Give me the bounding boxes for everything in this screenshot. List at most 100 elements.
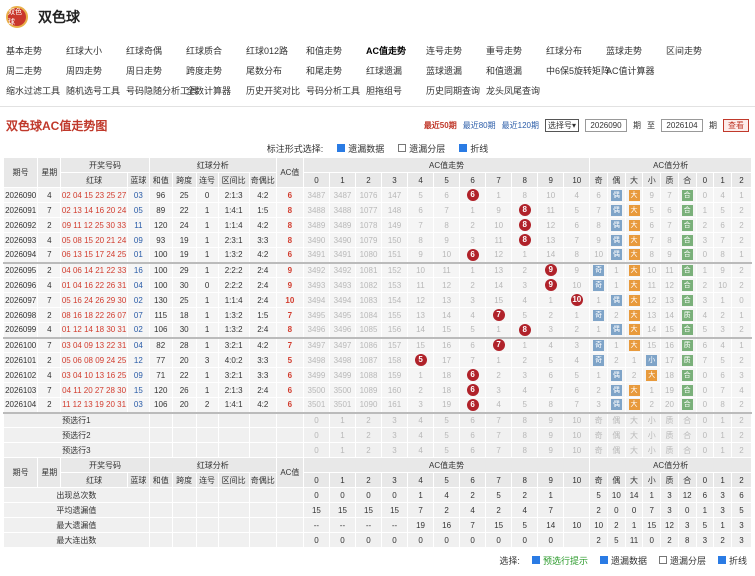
nav-link[interactable]: 中6保5旋转矩阵	[546, 64, 610, 77]
nav-link[interactable]: 红球012路	[246, 44, 306, 57]
stats-cell: 0	[354, 487, 383, 503]
nav-link[interactable]: 尾数分布	[246, 64, 306, 77]
nav-link[interactable]: 周日走势	[126, 64, 186, 77]
trend-cell: 3500	[328, 382, 356, 398]
acan-tag: 合	[681, 219, 693, 231]
option-line[interactable]: 折线	[459, 142, 488, 155]
trend-cell: 1087	[354, 352, 383, 368]
acan-col-header: 0	[695, 472, 715, 488]
stats-an-cell: 2	[607, 517, 626, 533]
acan-cell: 5	[642, 202, 662, 218]
trend-cell: 5	[511, 307, 539, 323]
nav-link[interactable]: 号码分析工具	[306, 84, 366, 97]
nav-link[interactable]: 红球大小	[66, 44, 126, 57]
predict-row[interactable]: 预选行2 0 1 2 3 4 5 6 7 8 9 10 奇偶大小质合 0 1 2	[3, 427, 753, 443]
nav-link[interactable]: 胆拖组号	[366, 84, 426, 97]
predict-row[interactable]: 预选行1 0 1 2 3 4 5 6 7 8 9 10 奇偶大小质合 0 1 2	[3, 412, 753, 428]
nav-link[interactable]: 基本走势	[6, 44, 66, 57]
option-omission-layer[interactable]: 遗漏分层	[398, 142, 445, 155]
nav-link[interactable]: 和值遗漏	[486, 64, 546, 77]
footer-predict-tip[interactable]: 预选行提示	[531, 554, 588, 567]
stats-an-cell: 1	[624, 517, 644, 533]
trend-cell: 9	[537, 277, 565, 293]
analysis-cell: 18	[171, 307, 197, 323]
table-row: 2026097 7 05 16 24 26 29 30 02 130 25 1 1:1:4 2:…	[2, 292, 753, 308]
acan-tag: 大	[628, 219, 640, 231]
stats-label: 平均遗漏值	[3, 502, 150, 518]
predict-cell: 8	[511, 427, 539, 443]
trend-cell: 3491	[328, 247, 356, 263]
nav-link[interactable]: 蓝球走势	[606, 44, 666, 57]
to-issue-input[interactable]: 2026104	[661, 118, 703, 132]
nav-link[interactable]: 号码隐随分析工具	[126, 84, 198, 97]
period-select[interactable]: 选择号 ▾	[544, 118, 579, 132]
option-omission-data[interactable]: 遗漏数据	[337, 142, 384, 155]
footer-line[interactable]: 折线	[717, 554, 747, 567]
trend-cell: 3	[485, 382, 513, 398]
acan-cell: 偶	[607, 217, 626, 233]
nav-link[interactable]: 周四走势	[66, 64, 126, 77]
acan-cell: 13	[660, 292, 679, 308]
nav-link[interactable]: 龙头凤尾查询	[486, 84, 546, 97]
nav-link[interactable]: 和值走势	[306, 44, 366, 57]
nav-link[interactable]: 连号走势	[426, 44, 486, 57]
recent-120-link[interactable]: 最近120期	[502, 120, 539, 131]
predict-row[interactable]: 预选行3 0 1 2 3 4 5 6 7 8 9 10 奇偶大小质合 0 1 2	[3, 442, 753, 458]
recent-80-link[interactable]: 最近80期	[463, 120, 496, 131]
acan-cell: 偶	[607, 247, 626, 263]
acan-cell: 1	[642, 382, 662, 398]
footer-omission-layer[interactable]: 遗漏分层	[658, 554, 706, 567]
trend-cell: 1	[485, 187, 513, 203]
nav-link[interactable]: 随机选号工具	[66, 84, 126, 97]
nav-link[interactable]: 缩水过滤工具	[6, 84, 66, 97]
acan-cell: 偶	[607, 367, 626, 383]
nav-link[interactable]: 红球奇偶	[126, 44, 186, 57]
analysis-cell: 2:3:1	[217, 232, 250, 248]
stats-an-cell: 1	[642, 487, 662, 503]
nav-link[interactable]: 红球质合	[186, 44, 246, 57]
red-balls-cell: 11 12 13 19 20 31	[60, 397, 128, 413]
ac-value-cell: 5	[275, 352, 304, 368]
query-button[interactable]: 查看	[723, 118, 749, 132]
nav-link[interactable]: AC值计算器	[606, 64, 666, 77]
trend-cell: 8	[537, 397, 565, 413]
stats-an-cell: 10	[607, 487, 626, 503]
predict-empty	[275, 427, 304, 443]
analysis-cell: 3:2:1	[217, 337, 250, 353]
acan-cell: 2	[624, 367, 644, 383]
stats-row: 出现总次数 0 0 0 0 1 4 2 5 2 1 5 10 14 1 3 12 6 3 6	[3, 487, 753, 503]
acan-col-header: 奇	[589, 472, 608, 488]
acan-tag: 合	[681, 204, 693, 216]
acan-cell: 偶	[607, 322, 626, 338]
nav-link[interactable]: 全数计算器	[186, 84, 246, 97]
stats-cell	[563, 487, 591, 503]
from-issue-input[interactable]: 2026090	[585, 118, 627, 132]
trend-cell: 1076	[354, 187, 383, 203]
acan-col-header: 奇	[589, 172, 608, 188]
nav-link[interactable]: 蓝球遗漏	[426, 64, 486, 77]
footer-omission-data[interactable]: 遗漏数据	[599, 554, 647, 567]
nav-link[interactable]: 重号走势	[486, 44, 546, 57]
nav-link[interactable]: AC值走势	[366, 44, 426, 57]
nav-link[interactable]: 红球分布	[546, 44, 606, 57]
lottery-logo[interactable]: 双色球	[6, 6, 28, 28]
trend-col-header: 9	[537, 472, 565, 488]
nav-link[interactable]: 周二走势	[6, 64, 66, 77]
stats-an-cell: 6	[730, 487, 753, 503]
stats-cell: 0	[407, 532, 435, 548]
nav-link[interactable]: 和尾走势	[306, 64, 366, 77]
nav-link[interactable]: 红球遗漏	[366, 64, 426, 77]
trend-cell: 3487	[328, 187, 356, 203]
nav-link[interactable]: 历史同期查询	[426, 84, 486, 97]
trend-col-header: 0	[302, 172, 330, 188]
stats-cell: 0	[354, 532, 383, 548]
trend-ball: 8	[518, 234, 531, 246]
nav-link[interactable]: 跨度走势	[186, 64, 246, 77]
stats-an-cell: 2	[660, 532, 679, 548]
nav-link[interactable]: 区间走势	[666, 44, 726, 57]
trend-cell: 11	[433, 262, 461, 278]
trend-col-header: 10	[563, 172, 591, 188]
stats-an-cell: 5	[730, 502, 753, 518]
recent-50-link[interactable]: 最近50期	[424, 120, 457, 131]
nav-link[interactable]: 历史开奖对比	[246, 84, 306, 97]
